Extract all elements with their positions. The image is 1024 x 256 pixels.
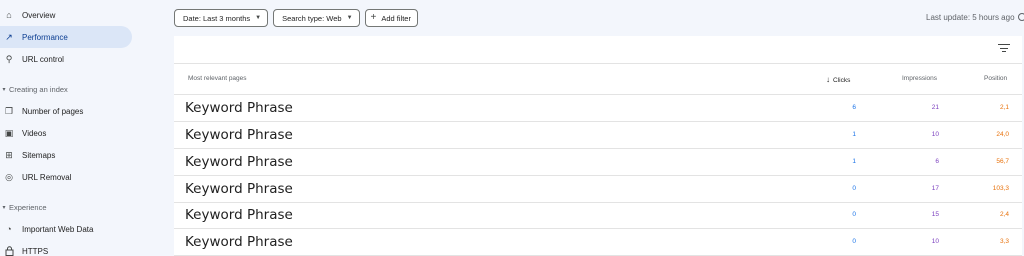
position-cell: 103,3 bbox=[992, 185, 1009, 192]
clicks-cell: 6 bbox=[852, 104, 856, 111]
sitemap-icon: ⊞ bbox=[5, 149, 13, 160]
sidebar-item-label: URL Removal bbox=[22, 172, 72, 182]
page-cell[interactable]: Keyword Phrase bbox=[185, 181, 293, 197]
search-icon: ⚲ bbox=[5, 53, 13, 64]
search-type-label: Search type: Web bbox=[282, 13, 342, 23]
gauge-icon: ◔ bbox=[6, 224, 12, 234]
column-header-clicks-label: Clicks bbox=[833, 77, 851, 84]
clicks-cell: 0 bbox=[852, 211, 856, 218]
dropdown-arrow-icon: ▼ bbox=[255, 15, 262, 21]
table-row[interactable]: Keyword Phrase 1 6 56,7 bbox=[174, 149, 1022, 176]
sidebar-item-videos[interactable]: ▣ Videos bbox=[0, 122, 132, 144]
eye-off-icon: ◎ bbox=[5, 171, 13, 182]
sidebar-item-label: Important Web Data bbox=[22, 224, 94, 234]
clicks-cell: 1 bbox=[852, 158, 856, 165]
info-icon[interactable] bbox=[1017, 13, 1024, 21]
table-header: Most relevant pages ↓ Clicks Impressions … bbox=[174, 63, 1022, 95]
last-update-status: Last update: 5 hours ago bbox=[926, 13, 1024, 22]
sidebar-item-performance[interactable]: ↗ Performance bbox=[0, 26, 132, 48]
sidebar-item-label: URL control bbox=[22, 54, 64, 64]
position-cell: 24,0 bbox=[996, 131, 1009, 138]
clicks-cell: 1 bbox=[852, 131, 856, 138]
pages-table-card: Most relevant pages ↓ Clicks Impressions … bbox=[174, 36, 1022, 256]
filter-toolbar: Date: Last 3 months ▼ Search type: Web ▼… bbox=[174, 9, 418, 27]
chevron-down-icon: ▾ bbox=[2, 204, 6, 211]
section-label: Creating an index bbox=[9, 84, 68, 94]
video-icon: ▣ bbox=[4, 127, 14, 138]
dropdown-arrow-icon: ▼ bbox=[346, 15, 353, 21]
section-experience[interactable]: ▾ Experience bbox=[0, 199, 47, 215]
position-cell: 3,3 bbox=[999, 238, 1009, 245]
column-header-clicks[interactable]: ↓ Clicks bbox=[826, 75, 850, 84]
clicks-cell: 0 bbox=[852, 238, 856, 245]
sidebar-item-important-web-data[interactable]: ◔ Important Web Data bbox=[0, 218, 132, 240]
date-filter-chip[interactable]: Date: Last 3 months ▼ bbox=[174, 9, 269, 27]
search-type-chip[interactable]: Search type: Web ▼ bbox=[273, 9, 360, 27]
home-icon: ⌂ bbox=[6, 10, 12, 20]
column-header-impressions[interactable]: Impressions bbox=[902, 75, 937, 82]
page-cell[interactable]: Keyword Phrase bbox=[185, 207, 293, 223]
impressions-cell: 10 bbox=[931, 238, 939, 245]
sidebar-item-url-removal[interactable]: ◎ URL Removal bbox=[0, 166, 132, 188]
impressions-cell: 21 bbox=[931, 104, 939, 111]
column-header-position[interactable]: Position bbox=[984, 75, 1007, 82]
table-row[interactable]: Keyword Phrase 0 10 3,3 bbox=[174, 230, 1022, 256]
sidebar-item-label: Sitemaps bbox=[22, 150, 56, 160]
page-cell[interactable]: Keyword Phrase bbox=[185, 127, 293, 143]
sidebar-item-label: Overview bbox=[22, 10, 56, 20]
position-cell: 2,1 bbox=[999, 104, 1009, 111]
trending-up-icon: ↗ bbox=[5, 31, 13, 42]
table-row[interactable]: Keyword Phrase 0 15 2,4 bbox=[174, 203, 1022, 229]
sidebar-item-url-control[interactable]: ⚲ URL control bbox=[0, 48, 132, 70]
position-cell: 56,7 bbox=[996, 158, 1009, 165]
filter-rows-icon[interactable] bbox=[998, 43, 1010, 53]
plus-icon: + bbox=[370, 12, 377, 23]
impressions-cell: 10 bbox=[931, 131, 939, 138]
add-filter-label: Add filter bbox=[381, 13, 411, 23]
sidebar: ⌂ Overview ↗ Performance ⚲ URL control ▾… bbox=[0, 0, 140, 256]
sidebar-item-sitemaps[interactable]: ⊞ Sitemaps bbox=[0, 144, 132, 166]
chevron-down-icon: ▾ bbox=[2, 86, 6, 93]
sidebar-item-number-of-pages[interactable]: ❐ Number of pages bbox=[0, 100, 132, 122]
impressions-cell: 15 bbox=[931, 211, 939, 218]
date-filter-label: Date: Last 3 months bbox=[183, 13, 251, 23]
sort-down-icon: ↓ bbox=[826, 75, 830, 84]
section-creating-index[interactable]: ▾ Creating an index bbox=[0, 81, 68, 97]
sidebar-item-label: Number of pages bbox=[22, 106, 84, 116]
column-header-pages[interactable]: Most relevant pages bbox=[188, 75, 247, 82]
last-update-text: Last update: 5 hours ago bbox=[926, 13, 1015, 22]
sidebar-item-label: Performance bbox=[22, 32, 68, 42]
section-label: Experience bbox=[9, 202, 47, 212]
position-cell: 2,4 bbox=[999, 211, 1009, 218]
page-cell[interactable]: Keyword Phrase bbox=[185, 154, 293, 170]
page-cell[interactable]: Keyword Phrase bbox=[185, 234, 293, 250]
pages-icon: ❐ bbox=[4, 105, 14, 116]
table-row[interactable]: Keyword Phrase 0 17 103,3 bbox=[174, 176, 1022, 203]
table-row[interactable]: Keyword Phrase 1 10 24,0 bbox=[174, 122, 1022, 149]
lock-icon bbox=[3, 245, 15, 256]
table-row[interactable]: Keyword Phrase 6 21 2,1 bbox=[174, 95, 1022, 122]
clicks-cell: 0 bbox=[852, 185, 856, 192]
impressions-cell: 6 bbox=[935, 158, 939, 165]
page-cell[interactable]: Keyword Phrase bbox=[185, 100, 293, 116]
sidebar-item-label: Videos bbox=[22, 128, 47, 138]
sidebar-item-label: HTTPS bbox=[22, 246, 49, 256]
add-filter-button[interactable]: + Add filter bbox=[364, 9, 418, 27]
sidebar-item-https[interactable]: HTTPS bbox=[0, 240, 132, 256]
impressions-cell: 17 bbox=[931, 185, 939, 192]
sidebar-item-overview[interactable]: ⌂ Overview bbox=[0, 4, 132, 26]
